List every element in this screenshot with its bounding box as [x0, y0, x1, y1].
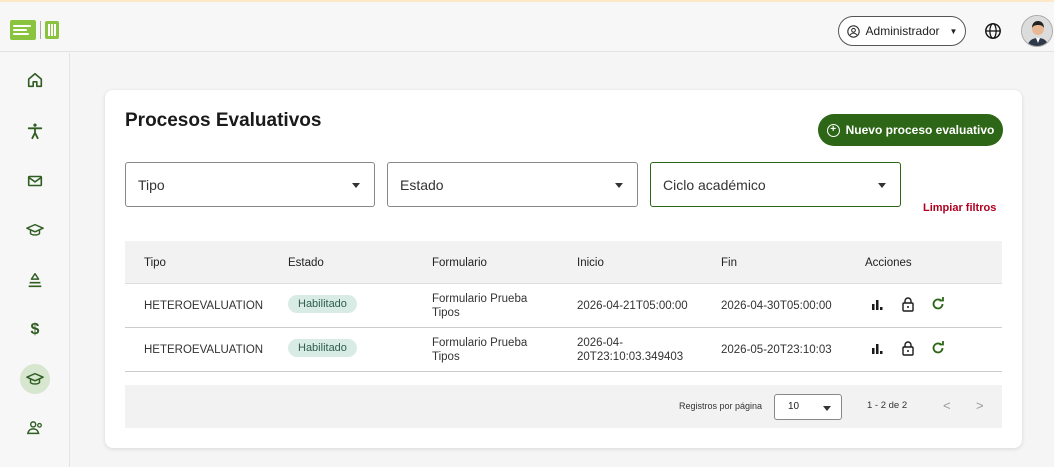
- bar-chart-icon[interactable]: [870, 296, 886, 312]
- row-actions: [870, 340, 946, 356]
- sidebar-item-academic[interactable]: [21, 216, 49, 244]
- stack-icon: [28, 272, 42, 288]
- row-formulario-line2: Tipos: [432, 351, 460, 363]
- bar-chart-icon[interactable]: [870, 340, 886, 356]
- previous-page-button[interactable]: <: [943, 398, 951, 413]
- avatar[interactable]: [1021, 15, 1053, 47]
- home-icon: [27, 72, 43, 88]
- table-header: Tipo Estado Formulario Inicio Fin Accion…: [125, 241, 1002, 284]
- status-badge: Habilitado: [288, 295, 357, 313]
- rows-per-page-select[interactable]: 10: [774, 394, 842, 420]
- table-row: HETEROEVALUATION Habilitado Formulario P…: [125, 328, 1002, 372]
- university-logo[interactable]: [10, 20, 59, 40]
- globe-icon[interactable]: [984, 22, 1002, 40]
- tipo-select-label: Tipo: [138, 177, 165, 193]
- refresh-icon[interactable]: [930, 340, 946, 356]
- status-badge: Habilitado: [288, 339, 357, 357]
- column-header-tipo[interactable]: Tipo: [144, 257, 166, 269]
- column-header-acciones: Acciones: [865, 257, 912, 269]
- chevron-down-icon: [823, 406, 831, 411]
- sidebar-item-mail[interactable]: [21, 167, 49, 195]
- row-formulario: Formulario Prueba Tipos: [432, 292, 527, 320]
- top-bar: Administrador ▼: [0, 0, 1054, 52]
- logo-divider: [40, 21, 41, 39]
- sidebar-item-accessibility[interactable]: [21, 117, 49, 145]
- role-selector-button[interactable]: Administrador ▼: [838, 16, 966, 46]
- dollar-icon: $: [30, 321, 40, 338]
- row-inicio: 2026-04- 20T23:10:03.349403: [577, 336, 683, 364]
- row-formulario-line1: Formulario Prueba: [432, 293, 528, 305]
- graduation-cap-icon: [26, 223, 44, 236]
- sidebar-item-stack[interactable]: [21, 266, 49, 294]
- sidebar-item-people[interactable]: [21, 414, 49, 442]
- logo-wordmark: [10, 20, 36, 40]
- sidebar: $: [0, 53, 70, 467]
- chevron-down-icon: [352, 183, 360, 188]
- table-row: HETEROEVALUATION Habilitado Formulario P…: [125, 284, 1002, 328]
- user-circle-icon: [846, 24, 860, 38]
- tipo-select[interactable]: Tipo: [125, 162, 375, 207]
- mail-icon: [27, 175, 43, 187]
- lock-icon[interactable]: [900, 340, 916, 356]
- chevron-down-icon: [878, 183, 886, 188]
- ciclo-select-label: Ciclo académico: [663, 177, 766, 193]
- sidebar-item-finance[interactable]: $: [21, 316, 49, 344]
- evaluative-processes-card: Procesos Evaluativos + Nuevo proceso eva…: [105, 90, 1022, 448]
- row-formulario-line1: Formulario Prueba: [432, 337, 528, 349]
- row-formulario: Formulario Prueba Tipos: [432, 336, 527, 364]
- column-header-fin[interactable]: Fin: [721, 257, 737, 269]
- new-process-button[interactable]: + Nuevo proceso evaluativo: [818, 114, 1003, 146]
- pagination-range: 1 - 2 de 2: [867, 400, 908, 411]
- people-icon: [26, 421, 42, 435]
- row-fin: 2026-04-30T05:00:00: [721, 300, 832, 312]
- column-header-inicio[interactable]: Inicio: [577, 257, 604, 269]
- ciclo-academico-select[interactable]: Ciclo académico: [650, 162, 901, 207]
- rows-per-page-label: Registros por página: [679, 401, 763, 411]
- row-inicio-line2: 20T23:10:03.349403: [577, 351, 684, 363]
- logo-mark-icon: [45, 21, 59, 39]
- lock-icon[interactable]: [900, 296, 916, 312]
- chevron-down-icon: [615, 183, 623, 188]
- column-header-estado[interactable]: Estado: [288, 257, 324, 269]
- next-page-button[interactable]: >: [976, 398, 984, 413]
- sidebar-item-evaluation[interactable]: [20, 364, 50, 394]
- refresh-icon[interactable]: [930, 296, 946, 312]
- row-inicio: 2026-04-21T05:00:00: [577, 300, 688, 312]
- accessibility-icon: [27, 123, 43, 140]
- column-header-formulario[interactable]: Formulario: [432, 257, 487, 269]
- rows-per-page-value: 10: [788, 401, 800, 412]
- role-label: Administrador: [865, 24, 940, 38]
- user-avatar-icon: [1022, 16, 1052, 46]
- new-process-label: Nuevo proceso evaluativo: [845, 123, 995, 137]
- pagination-bar: Registros por página 10 1 - 2 de 2 < >: [125, 385, 1002, 428]
- row-formulario-line2: Tipos: [432, 307, 460, 319]
- plus-circle-icon: +: [826, 123, 840, 137]
- estado-select[interactable]: Estado: [387, 162, 638, 207]
- row-actions: [870, 296, 946, 312]
- row-tipo: HETEROEVALUATION: [144, 300, 264, 312]
- graduation-cap-icon: [26, 372, 44, 385]
- sidebar-item-home[interactable]: [21, 66, 49, 94]
- page-title: Procesos Evaluativos: [125, 110, 322, 131]
- clear-filters-link[interactable]: Limpiar filtros: [923, 202, 996, 214]
- chevron-down-icon: ▼: [949, 26, 958, 36]
- row-fin: 2026-05-20T23:10:03: [721, 344, 832, 356]
- row-tipo: HETEROEVALUATION: [144, 344, 264, 356]
- row-inicio-line1: 2026-04-: [577, 337, 624, 349]
- estado-select-label: Estado: [400, 177, 444, 193]
